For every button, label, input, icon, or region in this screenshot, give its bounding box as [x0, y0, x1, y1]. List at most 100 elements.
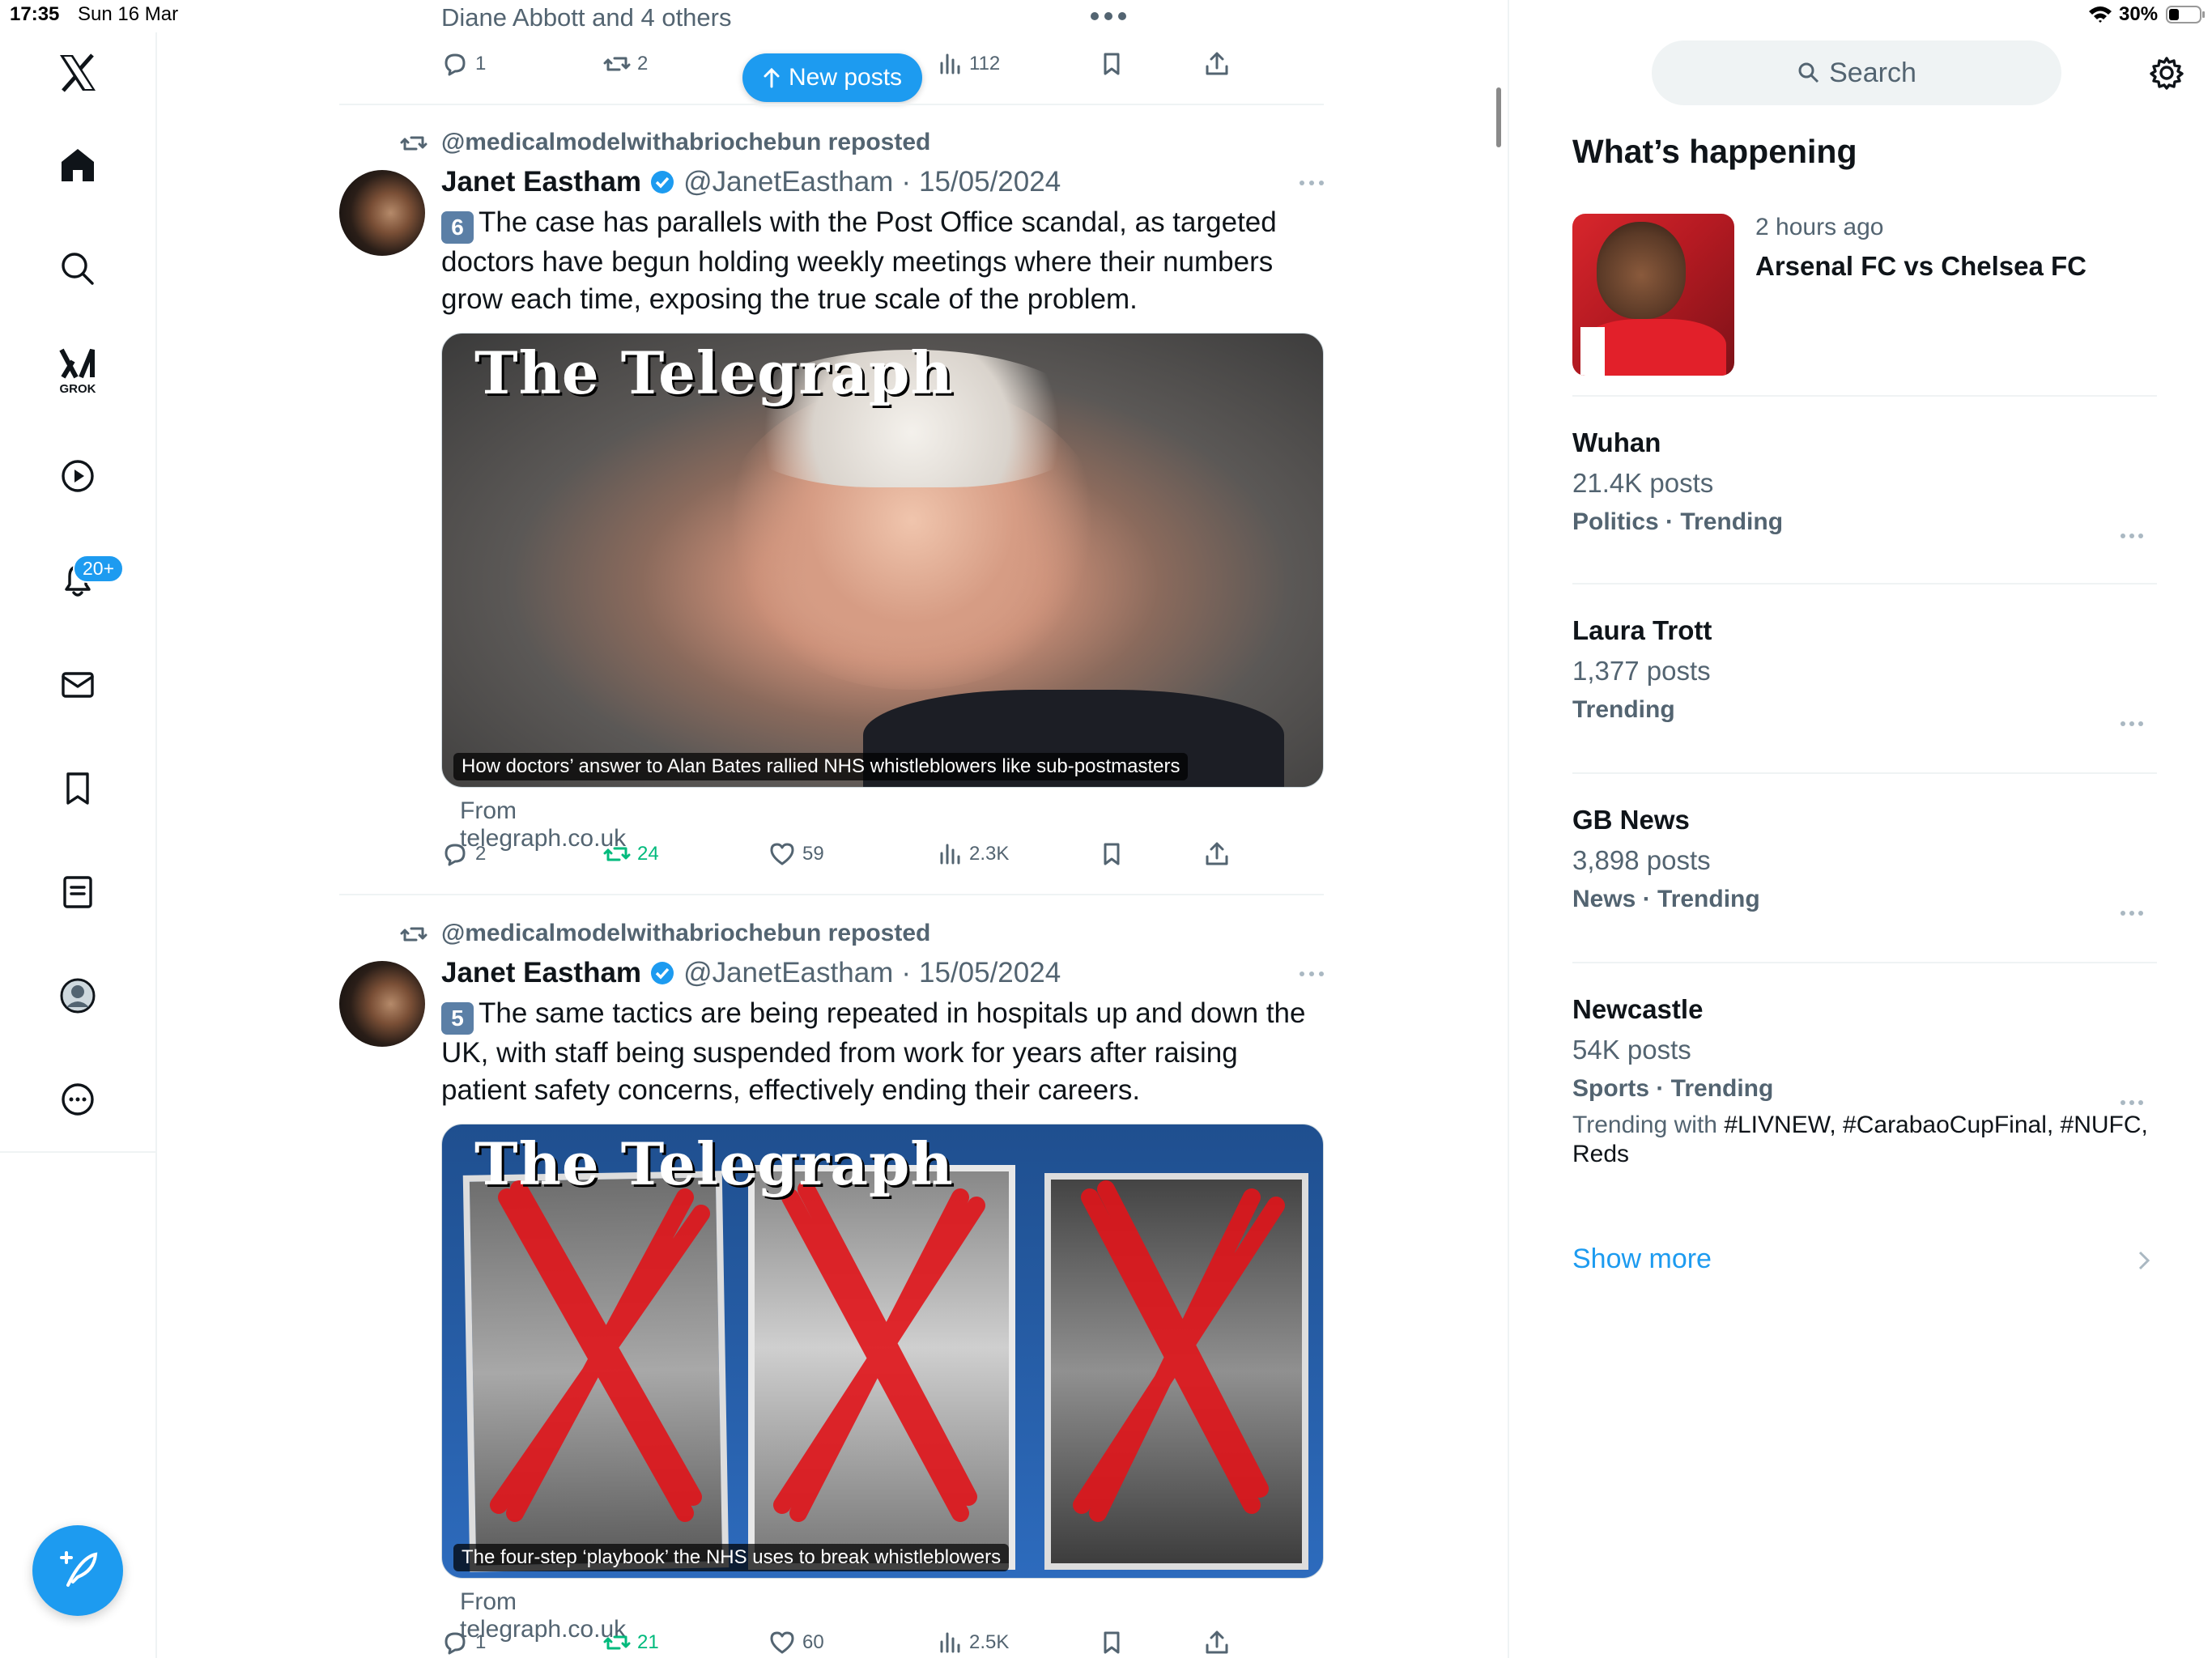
nav-bottom-divider	[0, 1151, 155, 1153]
lists-icon[interactable]	[57, 871, 99, 913]
author-name[interactable]: Janet Eastham	[441, 166, 641, 198]
tweet-more-icon[interactable]	[1299, 971, 1325, 977]
status-time: 17:35	[10, 3, 60, 25]
keycap-number: 5	[441, 1002, 474, 1035]
tweet-date[interactable]: 15/05/2024	[919, 957, 1061, 989]
trend-item[interactable]: Laura Trott 1,377 posts Trending	[1572, 615, 2157, 727]
trend-more-icon[interactable]	[2120, 533, 2144, 539]
trend-count: 1,377 posts	[1572, 656, 1711, 686]
author-handle[interactable]: @JanetEastham	[683, 957, 893, 989]
repost-button[interactable]: 21	[603, 1629, 659, 1656]
feather-plus-icon	[60, 1551, 98, 1587]
repost-button[interactable]: 24	[603, 840, 659, 868]
tweet-header: Janet Eastham @JanetEastham · 15/05/2024	[441, 166, 1061, 198]
author-handle[interactable]: @JanetEastham	[683, 166, 893, 198]
search-box[interactable]: Search	[1652, 40, 2061, 105]
separator-dot: ·	[901, 957, 911, 988]
tweet-more-icon[interactable]	[1299, 180, 1325, 186]
divider	[1572, 583, 2157, 585]
like-button[interactable]: 60	[768, 1629, 824, 1656]
trend-more-icon[interactable]	[2120, 721, 2144, 727]
link-card-image[interactable]: The Telegraph The four-step ‘playbook’ t…	[441, 1124, 1324, 1579]
battery-percent: 30%	[2119, 3, 2159, 25]
new-posts-pill[interactable]: New posts	[742, 53, 922, 102]
trend-item[interactable]: Wuhan 21.4K posts Politics · Trending	[1572, 427, 2157, 539]
reply-button[interactable]: 1	[441, 1629, 486, 1656]
reply-button[interactable]: 2	[441, 840, 486, 868]
author-avatar[interactable]	[339, 170, 425, 256]
whats-happening-heading: What’s happening	[1572, 133, 1857, 170]
like-button[interactable]: 59	[768, 840, 824, 868]
repost-label[interactable]: @medicalmodelwithabriochebun reposted	[441, 920, 930, 947]
views-chart-icon	[940, 844, 960, 865]
new-posts-label: New posts	[788, 64, 903, 91]
link-card-image[interactable]: The Telegraph How doctors’ answer to Ala…	[441, 333, 1324, 788]
repost-count: 24	[637, 843, 659, 865]
settings-gear-icon[interactable]	[2149, 55, 2184, 91]
home-icon[interactable]	[57, 144, 99, 186]
trend-more-icon[interactable]	[2120, 910, 2144, 916]
divider	[1572, 962, 2157, 963]
liked-by-text: Diane Abbott and 4 others	[441, 3, 732, 32]
heart-icon	[770, 1631, 794, 1654]
bookmark-button[interactable]	[1098, 840, 1125, 868]
show-more-link[interactable]: Show more	[1572, 1244, 1712, 1275]
telegraph-logo: The Telegraph	[474, 1129, 954, 1198]
x-logo-icon[interactable]	[57, 52, 99, 94]
author-name[interactable]: Janet Eastham	[441, 957, 641, 989]
chevron-right-icon[interactable]	[2138, 1250, 2150, 1271]
tweet-date[interactable]: 15/05/2024	[919, 166, 1061, 198]
featured-thumbnail[interactable]	[1572, 214, 1734, 376]
battery-icon	[2166, 5, 2206, 24]
bookmark-icon	[1104, 1631, 1120, 1654]
trend-item[interactable]: Newcastle 54K posts Sports · Trending Tr…	[1572, 994, 2157, 1169]
top-reply-button[interactable]: 1	[441, 50, 486, 78]
trend-count: 54K posts	[1572, 1035, 1691, 1065]
top-tweet-more-icon[interactable]	[1090, 11, 1127, 21]
trending-with-prefix: Trending with	[1572, 1112, 1725, 1138]
notifications-badge: 20+	[73, 555, 125, 583]
featured-title[interactable]: Arsenal FC vs Chelsea FC	[1755, 251, 2087, 282]
share-button[interactable]	[1203, 1629, 1231, 1656]
compose-post-button[interactable]	[32, 1525, 123, 1616]
shirt-sleeve	[1580, 327, 1605, 376]
bookmark-icon	[1104, 843, 1120, 865]
trend-name: Wuhan	[1572, 427, 1661, 457]
card-caption: How doctors’ answer to Alan Bates rallie…	[453, 753, 1189, 780]
trend-count: 21.4K posts	[1572, 468, 1714, 498]
trend-name: Newcastle	[1572, 994, 1704, 1024]
more-circle-icon[interactable]	[57, 1078, 99, 1120]
top-bookmark-button[interactable]	[1098, 50, 1125, 78]
profile-avatar-icon[interactable]	[57, 975, 99, 1017]
video-play-icon[interactable]	[57, 455, 99, 497]
share-icon	[1206, 1630, 1228, 1654]
reply-count: 2	[475, 843, 487, 865]
repost-label[interactable]: @medicalmodelwithabriochebun reposted	[441, 129, 930, 156]
author-avatar[interactable]	[339, 961, 425, 1047]
views-button[interactable]: 2.5K	[935, 1629, 1009, 1656]
separator-dot: ·	[901, 166, 911, 198]
verified-badge-icon	[651, 962, 674, 984]
bookmarks-icon[interactable]	[57, 767, 99, 810]
divider	[339, 894, 1324, 895]
tweet-body: The same tactics are being repeated in h…	[441, 997, 1306, 1106]
top-views-button[interactable]: 112	[935, 50, 1000, 78]
grok-icon[interactable]: GROK	[57, 345, 99, 402]
reply-icon	[445, 844, 466, 866]
trend-item[interactable]: GB News 3,898 posts News · Trending	[1572, 805, 2157, 916]
heart-icon	[770, 843, 794, 865]
top-share-button[interactable]	[1203, 50, 1231, 78]
bookmark-button[interactable]	[1098, 1629, 1125, 1656]
share-button[interactable]	[1203, 840, 1231, 868]
feed-scrollbar[interactable]	[1496, 87, 1501, 147]
reply-icon	[445, 53, 466, 76]
views-button[interactable]: 2.3K	[935, 840, 1009, 868]
trend-more-icon[interactable]	[2120, 1099, 2144, 1106]
views-chart-icon	[940, 53, 960, 74]
verified-badge-icon	[651, 171, 674, 193]
search-icon[interactable]	[57, 248, 99, 290]
top-repost-button[interactable]: 2	[603, 50, 648, 78]
messages-envelope-icon[interactable]	[57, 664, 99, 706]
trend-meta: News · Trending	[1572, 886, 1760, 912]
trend-name: Laura Trott	[1572, 615, 1712, 645]
